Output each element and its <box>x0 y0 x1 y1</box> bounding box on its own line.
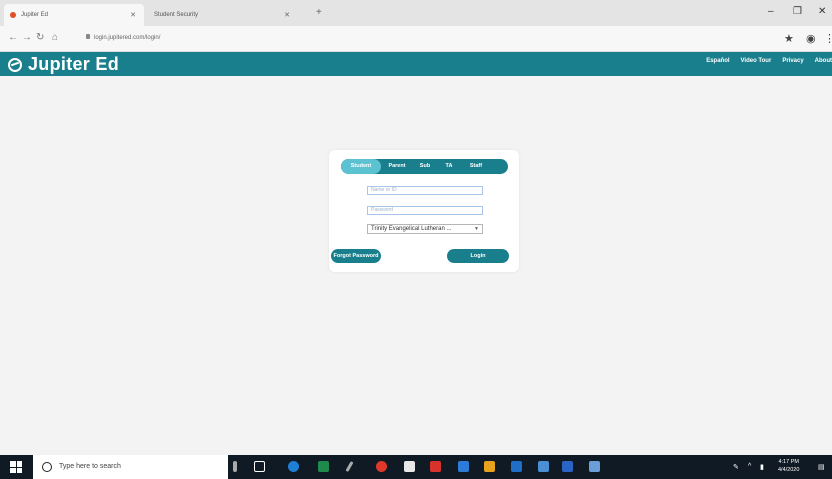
back-icon[interactable]: ← <box>8 32 18 43</box>
nav-privacy[interactable]: Privacy <box>782 58 803 64</box>
url-field[interactable]: login.jupitered.com/login/ <box>94 35 160 41</box>
clock-date: 4/4/2020 <box>778 467 800 473</box>
role-ta[interactable]: TA <box>437 159 461 174</box>
store-icon[interactable] <box>404 461 415 472</box>
tab-close-icon[interactable]: ✕ <box>284 11 290 19</box>
tab-close-icon[interactable]: ✕ <box>130 11 136 19</box>
browser-tab-jupiter[interactable]: Jupiter Ed ✕ <box>4 4 144 26</box>
logo-text: Jupiter Ed <box>28 54 120 74</box>
word-icon[interactable] <box>562 461 573 472</box>
login-button[interactable]: Login <box>447 249 509 263</box>
name-or-id-input[interactable]: Name or ID <box>367 186 483 195</box>
chevron-up-icon[interactable]: ^ <box>748 463 751 470</box>
photos-icon[interactable] <box>484 461 495 472</box>
teams-icon[interactable] <box>538 461 549 472</box>
maximize-button[interactable]: ❐ <box>793 6 802 17</box>
notifications-icon[interactable]: ▤ <box>818 463 825 471</box>
people-icon[interactable]: ✎ <box>733 463 739 471</box>
site-logo[interactable]: Jupiter Ed <box>8 54 119 75</box>
site-header: Jupiter Ed Español Video Tour Privacy Ab… <box>0 52 832 76</box>
windows-start-icon[interactable] <box>10 461 22 473</box>
chevron-down-icon: ▼ <box>474 226 479 232</box>
outlook-icon[interactable] <box>458 461 469 472</box>
excel-icon[interactable] <box>318 461 329 472</box>
clock-time: 4:17 PM <box>778 459 799 465</box>
reload-icon[interactable]: ↻ <box>36 32 44 43</box>
new-tab-button[interactable]: + <box>316 7 322 18</box>
login-card: Student Parent Sub TA Staff Name or ID P… <box>329 150 519 272</box>
nav-espanol[interactable]: Español <box>706 58 729 64</box>
minimize-button[interactable]: – <box>768 6 774 17</box>
cortana-icon <box>42 462 52 472</box>
nav-video-tour[interactable]: Video Tour <box>741 58 772 64</box>
close-window-button[interactable]: ✕ <box>818 6 826 17</box>
browser-tab-security[interactable]: Student Security ✕ <box>148 4 298 26</box>
taskbar: Type here to search ✎ ^ ▮ 4:17 PM 4/4/20… <box>0 455 832 479</box>
task-view-icon[interactable] <box>254 461 265 472</box>
password-input[interactable]: Password <box>367 206 483 215</box>
menu-icon[interactable]: ⋮ <box>824 32 832 45</box>
favicon-icon <box>10 12 16 18</box>
logo-icon <box>8 57 22 72</box>
tab-title: Jupiter Ed <box>21 12 49 18</box>
role-student[interactable]: Student <box>341 159 381 174</box>
lock-icon <box>86 34 90 39</box>
pen-icon[interactable] <box>345 460 354 473</box>
forward-icon[interactable]: → <box>22 32 32 43</box>
nav-about[interactable]: About <box>815 58 832 64</box>
role-staff[interactable]: Staff <box>461 159 491 174</box>
tab-title: Student Security <box>154 12 199 18</box>
mail-icon[interactable] <box>511 461 522 472</box>
address-bar: ← → ↻ ⌂ login.jupitered.com/login/ ★ ◉ ⋮ <box>0 26 832 52</box>
role-selector: Student Parent Sub TA Staff <box>341 159 508 174</box>
edge-icon[interactable] <box>288 461 299 472</box>
top-nav: Español Video Tour Privacy About <box>706 58 832 64</box>
chrome-icon[interactable] <box>376 461 387 472</box>
school-select-value: Trinity Evangelical Lutheran ... <box>371 226 452 232</box>
taskbar-search[interactable]: Type here to search <box>33 455 228 479</box>
role-parent[interactable]: Parent <box>381 159 413 174</box>
file-explorer-icon[interactable] <box>589 461 600 472</box>
forgot-password-button[interactable]: Forgot Password <box>331 249 381 263</box>
profile-icon[interactable]: ◉ <box>806 32 816 45</box>
school-select[interactable]: Trinity Evangelical Lutheran ... ▼ <box>367 224 483 234</box>
powerpoint-icon[interactable] <box>430 461 441 472</box>
microphone-icon[interactable] <box>233 461 237 472</box>
network-icon[interactable]: ▮ <box>760 463 764 471</box>
taskbar-clock[interactable]: 4:17 PM 4/4/2020 <box>778 458 799 474</box>
bookmark-star-icon[interactable]: ★ <box>784 32 794 45</box>
browser-tab-strip: Jupiter Ed ✕ Student Security ✕ + – ❐ ✕ <box>0 0 832 26</box>
home-icon[interactable]: ⌂ <box>52 32 58 43</box>
role-sub[interactable]: Sub <box>413 159 437 174</box>
taskbar-search-placeholder: Type here to search <box>59 463 121 470</box>
